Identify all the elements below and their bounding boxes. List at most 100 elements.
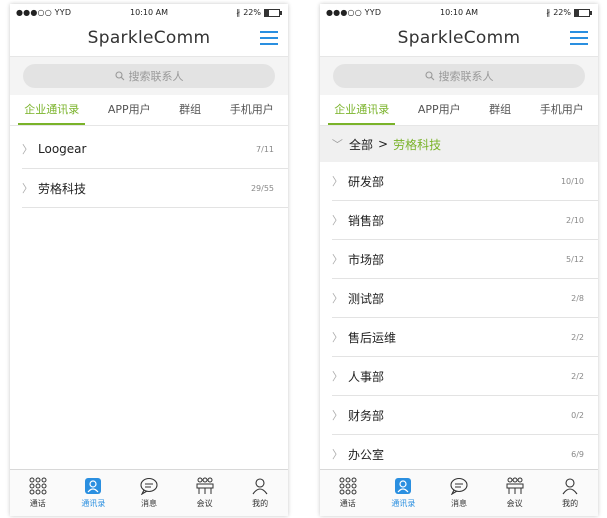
search-placeholder: 搜索联系人 (128, 70, 184, 83)
tabbar-label: 消息 (140, 499, 157, 508)
company-list: 〉 Loogear 7/11 〉 劳格科技 29/55 (10, 130, 288, 208)
tab-groups[interactable]: 群组 (487, 95, 513, 125)
status-bar: ●●●○○ YYD 10:10 AM ∦ 22% (320, 4, 598, 20)
chevron-right-icon: 〉 (332, 214, 343, 227)
tabbar-item-contacts[interactable]: 通讯录 (66, 470, 122, 516)
member-count: 7/11 (256, 144, 274, 154)
nav-bar: SparkleComm (10, 20, 288, 57)
list-item[interactable]: 〉人事部 2/2 (332, 357, 598, 396)
member-count: 5/12 (566, 254, 584, 264)
company-name: Loogear (38, 142, 87, 156)
list-item[interactable]: 〉销售部 2/10 (332, 201, 598, 240)
list-item[interactable]: 〉 Loogear 7/11 (22, 130, 288, 169)
list-item[interactable]: 〉 劳格科技 29/55 (22, 169, 288, 208)
contact-tabs: 企业通讯录 APP用户 群组 手机用户 (320, 95, 598, 126)
phone-screen-contacts: ●●●○○ YYD 10:10 AM ∦ 22% SparkleComm 搜索联… (10, 4, 288, 516)
status-bar: ●●●○○ YYD 10:10 AM ∦ 22% (10, 4, 288, 20)
menu-icon[interactable] (260, 31, 278, 45)
tabbar-item-messages[interactable]: 消息 (431, 470, 487, 516)
chevron-right-icon: 〉 (332, 175, 343, 188)
breadcrumb-current: 劳格科技 (393, 137, 442, 152)
tabbar-label: 通讯录 (81, 499, 106, 508)
tabbar-item-profile[interactable]: 我的 (542, 470, 598, 516)
department-name: 财务部 (348, 408, 385, 423)
tabbar-item-contacts[interactable]: 通讯录 (376, 470, 432, 516)
list-item[interactable]: 〉测试部 2/8 (332, 279, 598, 318)
tab-groups[interactable]: 群组 (177, 95, 203, 125)
bluetooth-icon: ∦ (236, 8, 241, 17)
tabbar-label: 我的 (252, 499, 269, 508)
chevron-right-icon: 〉 (332, 253, 343, 266)
tabbar-item-calls[interactable]: 通话 (320, 470, 376, 516)
department-name: 售后运维 (348, 330, 397, 345)
chat-bubble-icon (139, 477, 159, 495)
battery-icon (264, 8, 282, 17)
tabbar-label: 通话 (29, 499, 46, 508)
list-item[interactable]: 〉研发部 10/10 (332, 162, 598, 201)
breadcrumb: 〉 全部 > 劳格科技 (320, 126, 598, 162)
battery-indicator: ∦ 22% (546, 8, 592, 17)
app-title: SparkleComm (397, 28, 521, 48)
member-count: 2/2 (571, 371, 584, 381)
list-item[interactable]: 〉财务部 0/2 (332, 396, 598, 435)
chevron-right-icon: 〉 (332, 370, 343, 383)
search-area: 搜索联系人 (10, 57, 288, 95)
menu-icon[interactable] (570, 31, 588, 45)
chevron-down-icon[interactable]: 〉 (330, 139, 346, 150)
member-count: 6/9 (571, 449, 584, 459)
member-count: 2/8 (571, 293, 584, 303)
tabbar-item-meetings[interactable]: 会议 (487, 470, 543, 516)
list-item[interactable]: 〉市场部 5/12 (332, 240, 598, 279)
phone-screen-departments: ●●●○○ YYD 10:10 AM ∦ 22% SparkleComm 搜索联… (320, 4, 598, 516)
search-input[interactable]: 搜索联系人 (333, 64, 585, 88)
search-icon (114, 71, 124, 81)
battery-percent: 22% (553, 8, 571, 17)
tabbar-label: 通话 (339, 499, 356, 508)
dialpad-icon (28, 477, 48, 495)
chevron-right-icon: 〉 (332, 292, 343, 305)
chevron-right-icon: 〉 (22, 143, 33, 156)
member-count: 10/10 (560, 176, 584, 186)
tabbar-label: 我的 (562, 499, 579, 508)
search-placeholder: 搜索联系人 (438, 70, 494, 83)
tabbar-item-meetings[interactable]: 会议 (177, 470, 233, 516)
chat-bubble-icon (449, 477, 469, 495)
person-icon (560, 477, 580, 495)
battery-percent: 22% (243, 8, 261, 17)
tab-enterprise-directory[interactable]: 企业通讯录 (328, 95, 396, 125)
chevron-right-icon: 〉 (332, 409, 343, 422)
chevron-right-icon: 〉 (22, 182, 33, 195)
breadcrumb-separator: > (378, 137, 389, 151)
app-title: SparkleComm (87, 28, 211, 48)
tabbar-label: 消息 (450, 499, 467, 508)
search-input[interactable]: 搜索联系人 (23, 64, 275, 88)
contacts-icon (393, 477, 413, 495)
member-count: 0/2 (571, 410, 584, 420)
list-item[interactable]: 〉售后运维 2/2 (332, 318, 598, 357)
bottom-tab-bar: 通话 通讯录 消息 会议 我的 (10, 469, 288, 516)
contacts-icon (83, 477, 103, 495)
department-name: 测试部 (348, 291, 385, 306)
tab-phone-users[interactable]: 手机用户 (228, 95, 276, 125)
department-name: 人事部 (348, 369, 385, 384)
tab-app-users[interactable]: APP用户 (106, 95, 153, 125)
tab-app-users[interactable]: APP用户 (416, 95, 463, 125)
tabbar-label: 通讯录 (391, 499, 416, 508)
bluetooth-icon: ∦ (546, 8, 551, 17)
breadcrumb-root[interactable]: 全部 (349, 136, 373, 153)
department-list: 〉研发部 10/10 〉销售部 2/10 〉市场部 5/12 〉测试部 2/8 〉售后运… (320, 162, 598, 474)
tabbar-item-calls[interactable]: 通话 (10, 470, 66, 516)
tabbar-item-profile[interactable]: 我的 (232, 470, 288, 516)
department-name: 销售部 (348, 213, 385, 228)
nav-bar: SparkleComm (320, 20, 598, 57)
bottom-tab-bar: 通话 通讯录 消息 会议 我的 (320, 469, 598, 516)
battery-indicator: ∦ 22% (236, 8, 282, 17)
department-name: 研发部 (348, 174, 385, 189)
tab-enterprise-directory[interactable]: 企业通讯录 (18, 95, 86, 125)
tabbar-item-messages[interactable]: 消息 (121, 470, 177, 516)
member-count: 29/55 (250, 183, 274, 193)
tabbar-label: 会议 (506, 499, 523, 508)
member-count: 2/2 (571, 332, 584, 342)
company-name: 劳格科技 (38, 181, 87, 196)
tab-phone-users[interactable]: 手机用户 (538, 95, 586, 125)
